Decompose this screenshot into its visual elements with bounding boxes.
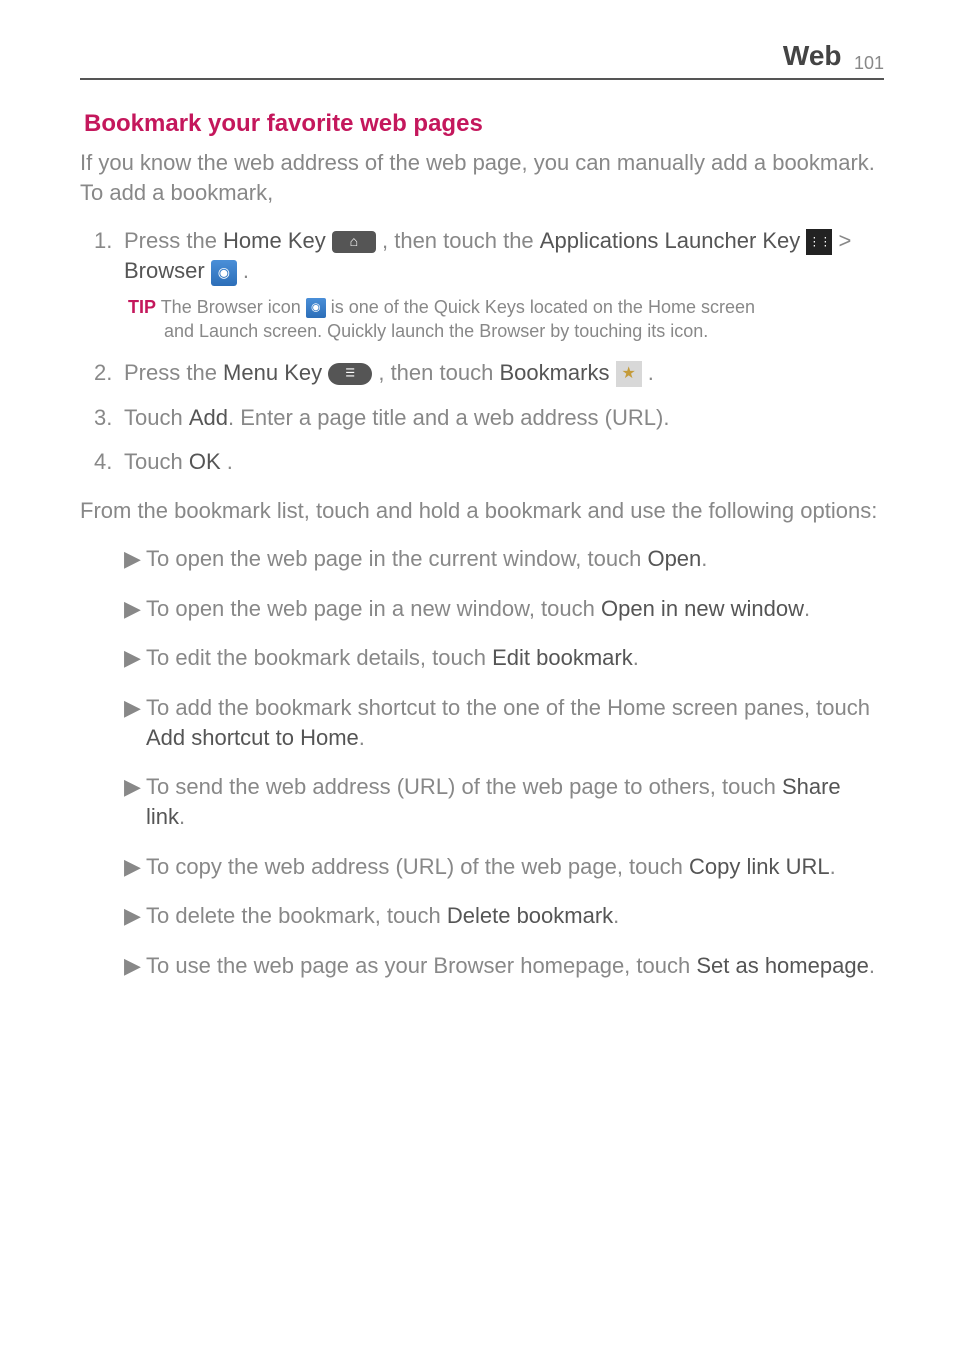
browser-icon <box>211 260 237 286</box>
tip-text: The Browser icon <box>156 297 306 317</box>
intro-text: If you know the web address of the web p… <box>80 148 884 207</box>
option-text: To open the web page in a new window, to… <box>146 596 601 621</box>
option-text: . <box>179 804 185 829</box>
home-key-icon <box>332 231 376 253</box>
option-text: To edit the bookmark details, touch <box>146 645 492 670</box>
options-list: ▶ To open the web page in the current wi… <box>80 544 884 981</box>
step-text: . <box>221 449 233 474</box>
step-text: . <box>642 360 654 385</box>
step-text: , then touch the <box>376 228 540 253</box>
edit-bookmark-label: Edit bookmark <box>492 645 633 670</box>
option-text: To open the web page in the current wind… <box>146 546 647 571</box>
step-number: 3. <box>94 403 112 434</box>
ok-label: OK <box>189 449 221 474</box>
step-3: 3. Touch Add. Enter a page title and a w… <box>124 403 884 434</box>
bullet-arrow-icon: ▶ <box>124 951 141 981</box>
bullet-arrow-icon: ▶ <box>124 772 141 802</box>
bullet-arrow-icon: ▶ <box>124 852 141 882</box>
option-text: To copy the web address (URL) of the web… <box>146 854 689 879</box>
bookmarks-label: Bookmarks <box>499 360 609 385</box>
copy-link-label: Copy link URL <box>689 854 830 879</box>
add-label: Add <box>189 405 228 430</box>
option-edit: ▶ To edit the bookmark details, touch Ed… <box>124 643 884 673</box>
option-text: To add the bookmark shortcut to the one … <box>146 695 870 720</box>
step-text: . Enter a page title and a web address (… <box>228 405 669 430</box>
menu-key-label: Menu Key <box>223 360 322 385</box>
add-shortcut-label: Add shortcut to Home <box>146 725 359 750</box>
step-number: 1. <box>94 226 112 257</box>
browser-label: Browser <box>124 258 205 283</box>
option-text: . <box>804 596 810 621</box>
bullet-arrow-icon: ▶ <box>124 594 141 624</box>
option-text: To send the web address (URL) of the web… <box>146 774 782 799</box>
open-label: Open <box>647 546 701 571</box>
step-number: 2. <box>94 358 112 389</box>
option-text: . <box>869 953 875 978</box>
step-4: 4. Touch OK . <box>124 447 884 478</box>
option-text: . <box>701 546 707 571</box>
option-delete: ▶ To delete the bookmark, touch Delete b… <box>124 901 884 931</box>
page-number: 101 <box>854 53 884 73</box>
option-text: . <box>633 645 639 670</box>
option-text: . <box>359 725 365 750</box>
bullet-arrow-icon: ▶ <box>124 544 141 574</box>
bridge-text: From the bookmark list, touch and hold a… <box>80 496 884 526</box>
step-text: > <box>832 228 851 253</box>
option-copy: ▶ To copy the web address (URL) of the w… <box>124 852 884 882</box>
browser-small-icon <box>306 298 326 318</box>
tip-label: TIP <box>128 297 156 317</box>
step-2: 2. Press the Menu Key , then touch Bookm… <box>124 358 884 389</box>
tip-text: is one of the Quick Keys located on the … <box>326 297 755 317</box>
set-homepage-label: Set as homepage <box>696 953 868 978</box>
bullet-arrow-icon: ▶ <box>124 643 141 673</box>
option-open: ▶ To open the web page in the current wi… <box>124 544 884 574</box>
delete-bookmark-label: Delete bookmark <box>447 903 613 928</box>
step-text: , then touch <box>372 360 499 385</box>
step-text: Touch <box>124 449 189 474</box>
bullet-arrow-icon: ▶ <box>124 693 141 723</box>
bullet-arrow-icon: ▶ <box>124 901 141 931</box>
apps-launcher-label: Applications Launcher Key <box>540 228 801 253</box>
page-header: Web 101 <box>80 40 884 80</box>
step-text: . <box>237 258 249 283</box>
option-open-new: ▶ To open the web page in a new window, … <box>124 594 884 624</box>
menu-key-icon <box>328 363 372 385</box>
option-text: . <box>830 854 836 879</box>
option-homepage: ▶ To use the web page as your Browser ho… <box>124 951 884 981</box>
step-text: Touch <box>124 405 189 430</box>
step-text: Press the <box>124 360 223 385</box>
home-key-label: Home Key <box>223 228 326 253</box>
step-number: 4. <box>94 447 112 478</box>
tip-block: TIP The Browser icon is one of the Quick… <box>124 295 884 344</box>
option-text: To use the web page as your Browser home… <box>146 953 696 978</box>
bookmarks-icon <box>616 361 642 387</box>
open-new-label: Open in new window <box>601 596 804 621</box>
step-text: Press the <box>124 228 223 253</box>
steps-list: 1. Press the Home Key , then touch the A… <box>80 226 884 479</box>
tip-text-line2: and Launch screen. Quickly launch the Br… <box>128 319 884 343</box>
section-title: Bookmark your favorite web pages <box>84 110 884 138</box>
option-shortcut: ▶ To add the bookmark shortcut to the on… <box>124 693 884 752</box>
header-title: Web <box>783 40 842 71</box>
step-1: 1. Press the Home Key , then touch the A… <box>124 226 884 344</box>
option-text: To delete the bookmark, touch <box>146 903 447 928</box>
option-text: . <box>613 903 619 928</box>
launcher-key-icon <box>806 229 832 255</box>
option-share: ▶ To send the web address (URL) of the w… <box>124 772 884 831</box>
